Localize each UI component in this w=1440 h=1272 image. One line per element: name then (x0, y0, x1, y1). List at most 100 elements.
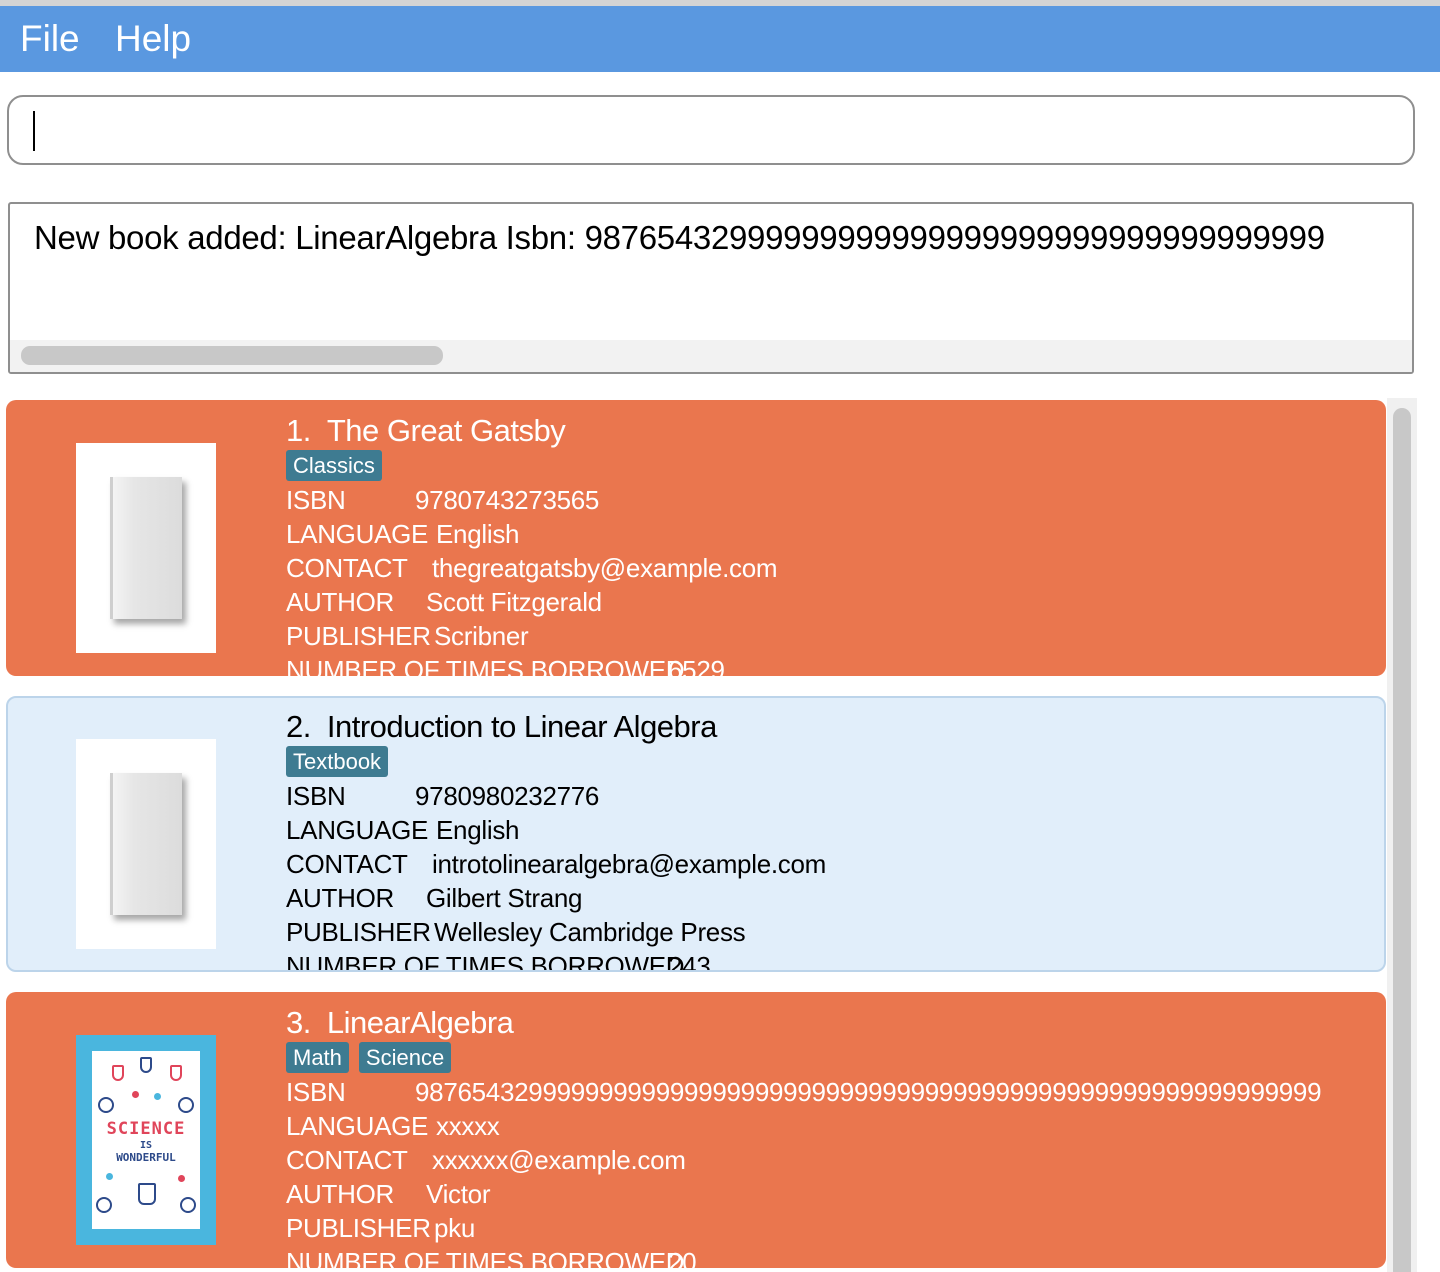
borrowed-label: NUMBER OF TIMES BORROWED (286, 655, 685, 676)
result-scroll-thumb[interactable] (21, 346, 443, 365)
isbn-label: ISBN (286, 485, 346, 515)
contact-value: introtolinearalgebra@example.com (432, 849, 826, 879)
flask-icon (140, 1057, 152, 1073)
book-index: 2. (286, 709, 311, 744)
contact-value: xxxxxx@example.com (432, 1145, 686, 1175)
book-title: Introduction to Linear Algebra (326, 709, 718, 744)
isbn-label: ISBN (286, 1077, 346, 1107)
book-title: The Great Gatsby (326, 413, 566, 448)
result-horizontal-scrollbar[interactable] (10, 340, 1412, 372)
atom-icon (98, 1097, 114, 1113)
isbn-value: 9780980232776 (415, 781, 600, 811)
command-input[interactable] (7, 95, 1415, 165)
poster-word-is: IS (139, 1140, 153, 1151)
book-tags: Textbook (286, 746, 398, 778)
author-value: Victor (426, 1179, 491, 1209)
list-vertical-scrollbar[interactable] (1387, 398, 1417, 1272)
book-title-line: 1. The Great Gatsby (286, 412, 566, 450)
borrowed-row: NUMBER OF TIMES BORROWED 20 (286, 1246, 697, 1268)
publisher-row: PUBLISHER pku (286, 1212, 475, 1244)
borrowed-value: 243 (668, 951, 711, 972)
publisher-label: PUBLISHER (286, 1213, 431, 1243)
blank-book-icon (110, 477, 182, 619)
contact-row: CONTACT thegreatgatsby@example.com (286, 552, 778, 584)
publisher-value: Scribner (434, 621, 529, 651)
flask-icon (112, 1065, 124, 1081)
book-cover (76, 739, 216, 949)
author-row: AUTHOR Victor (286, 1178, 491, 1210)
book-tags: Math Science (286, 1042, 461, 1074)
book-list: 1. The Great Gatsby Classics ISBN 97807432… (0, 398, 1440, 1272)
publisher-row: PUBLISHER Scribner (286, 620, 529, 652)
publisher-value: Wellesley Cambridge Press (434, 917, 746, 947)
menu-bar: File Help (0, 6, 1440, 72)
book-card[interactable]: SCIENCE IS WONDERFUL 3. LinearAlgebra Mat… (6, 992, 1386, 1268)
blank-book-icon (110, 773, 182, 915)
poster-word-science: SCIENCE (106, 1119, 186, 1139)
tag-badge: Textbook (286, 746, 389, 777)
atom-icon (178, 1097, 194, 1113)
author-value: Gilbert Strang (426, 883, 583, 913)
book-tags: Classics (286, 450, 392, 482)
result-message: New book added: LinearAlgebra Isbn: 9876… (34, 219, 1325, 256)
contact-label: CONTACT (286, 1145, 408, 1175)
borrowed-value: 6529 (668, 655, 725, 676)
atom-icon (180, 1197, 196, 1213)
decor-dot (178, 1175, 185, 1182)
language-value: xxxxx (436, 1111, 500, 1141)
isbn-value: 9876543299999999999999999999999999999999… (415, 1077, 1322, 1107)
author-label: AUTHOR (286, 883, 394, 913)
decor-dot (106, 1173, 113, 1180)
author-label: AUTHOR (286, 1179, 394, 1209)
language-label: LANGUAGE (286, 1111, 429, 1141)
book-card[interactable]: 2. Introduction to Linear Algebra Textboo… (6, 696, 1386, 972)
contact-row: CONTACT xxxxxx@example.com (286, 1144, 686, 1176)
book-cover: SCIENCE IS WONDERFUL (76, 1035, 216, 1245)
publisher-value: pku (434, 1213, 476, 1243)
menu-help[interactable]: Help (115, 18, 191, 60)
language-row: LANGUAGE English (286, 814, 519, 846)
tag-badge: Science (358, 1042, 452, 1073)
atom-icon (96, 1197, 112, 1213)
author-value: Scott Fitzgerald (426, 587, 602, 617)
tag-badge: Classics (286, 450, 382, 481)
flask-icon (138, 1183, 156, 1205)
language-value: English (436, 519, 520, 549)
language-label: LANGUAGE (286, 815, 429, 845)
author-row: AUTHOR Gilbert Strang (286, 882, 583, 914)
menu-file[interactable]: File (20, 18, 80, 60)
isbn-row: ISBN 9780743273565 (286, 484, 599, 516)
book-cover (76, 443, 216, 653)
borrowed-label: NUMBER OF TIMES BORROWED (286, 1247, 685, 1268)
isbn-row: ISBN 9780980232776 (286, 780, 599, 812)
poster-word-wonderful: WONDERFUL (116, 1151, 176, 1164)
book-title-line: 3. LinearAlgebra (286, 1004, 514, 1042)
publisher-row: PUBLISHER Wellesley Cambridge Press (286, 916, 746, 948)
borrowed-row: NUMBER OF TIMES BORROWED 243 (286, 950, 711, 972)
book-card[interactable]: 1. The Great Gatsby Classics ISBN 97807432… (6, 400, 1386, 676)
isbn-row: ISBN 987654329999999999999999999999999999… (286, 1076, 1322, 1108)
decor-dot (132, 1091, 139, 1098)
tag-badge: Math (286, 1042, 349, 1073)
flask-icon (170, 1065, 182, 1081)
decor-dot (154, 1093, 161, 1100)
contact-value: thegreatgatsby@example.com (432, 553, 778, 583)
book-title: LinearAlgebra (326, 1005, 514, 1040)
list-scroll-thumb[interactable] (1393, 408, 1411, 1272)
text-caret (33, 111, 35, 151)
language-row: LANGUAGE English (286, 518, 519, 550)
borrowed-value: 20 (668, 1247, 697, 1268)
author-label: AUTHOR (286, 587, 394, 617)
borrowed-label: NUMBER OF TIMES BORROWED (286, 951, 685, 972)
publisher-label: PUBLISHER (286, 917, 431, 947)
isbn-value: 9780743273565 (415, 485, 600, 515)
language-row: LANGUAGE xxxxx (286, 1110, 500, 1142)
book-index: 3. (286, 1005, 311, 1040)
result-display: New book added: LinearAlgebra Isbn: 9876… (8, 202, 1414, 374)
contact-row: CONTACT introtolinearalgebra@example.com (286, 848, 826, 880)
author-row: AUTHOR Scott Fitzgerald (286, 586, 602, 618)
language-value: English (436, 815, 520, 845)
borrowed-row: NUMBER OF TIMES BORROWED 6529 (286, 654, 725, 676)
book-title-line: 2. Introduction to Linear Algebra (286, 708, 717, 746)
isbn-label: ISBN (286, 781, 346, 811)
